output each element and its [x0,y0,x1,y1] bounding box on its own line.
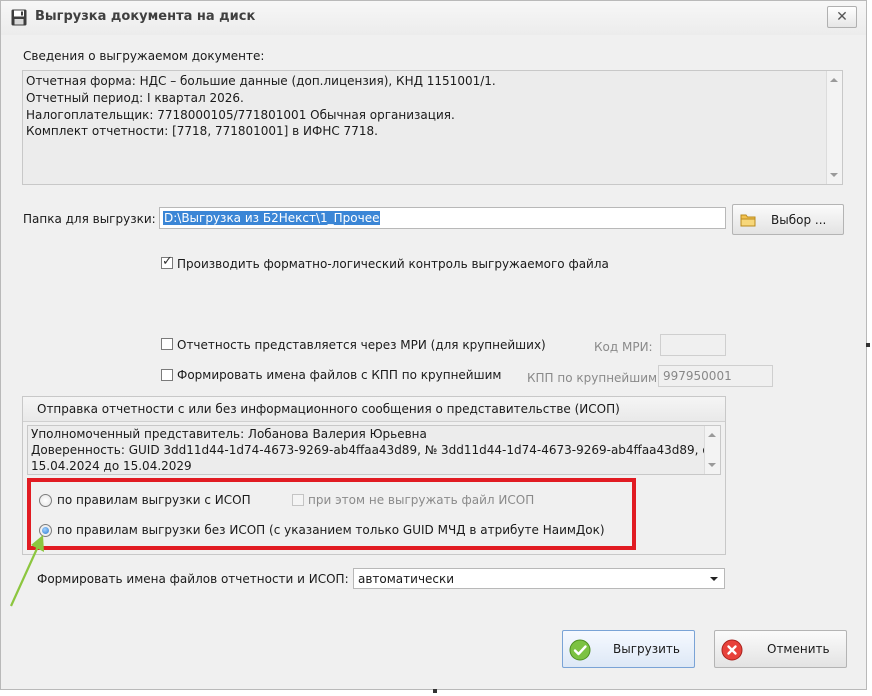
mri-code-input[interactable] [660,334,726,356]
mri-label: Отчетность представляется через МРИ (для… [177,338,546,352]
resize-handle[interactable] [433,689,437,693]
browse-folder-label: Выбор ... [771,213,827,227]
doc-info-line: Налогоплательщик: 7718000105/771801001 О… [26,108,455,122]
naming-combobox[interactable]: автоматически [353,568,725,589]
mri-code-label: Код МРИ: [594,340,653,354]
export-dialog-window: Выгрузка документа на диск ✕ Сведения о … [0,0,867,690]
cancel-button-label: Отменить [767,642,830,656]
scroll-down-icon[interactable] [830,173,838,177]
doc-info-line: Отчетный период: I квартал 2026. [26,91,244,105]
folder-label: Папка для выгрузки: [23,212,156,226]
resize-handle[interactable] [866,343,870,347]
folder-path-input[interactable]: D:\Выгрузка из Б2Некст\1_Прочее [159,207,726,229]
naming-label: Формировать имена файлов отчетности и ИС… [37,572,349,586]
doc-info-memo[interactable]: Отчетная форма: НДС – большие данные (до… [22,70,843,185]
isop-info-memo[interactable]: Уполномоченный представитель: Лобанова В… [27,425,721,475]
window-title: Выгрузка документа на диск [35,9,256,24]
export-button-label: Выгрузить [613,642,680,656]
scroll-up-icon[interactable] [708,433,716,437]
isop-info-line: 15.04.2024 до 15.04.2029 [31,459,192,473]
isop-group-header: Отправка отчетности с или без информацио… [23,397,725,422]
doc-info-line: Отчетная форма: НДС – большие данные (до… [26,74,496,88]
naming-value: автоматически [358,572,455,586]
chevron-down-icon[interactable] [710,577,718,581]
isop-info-line: Доверенность: GUID 3dd11d44-1d74-4673-92… [31,443,717,457]
annotation-arrow-icon [9,535,44,607]
cancel-button[interactable]: Отменить [714,630,847,668]
checkmark-icon: ✓ [162,254,173,269]
scroll-up-icon[interactable] [830,78,838,82]
kpp-largest-label: КПП по крупнейшим: [527,371,662,385]
kpp-largest-value: 997950001 [663,369,732,383]
doc-info-scrollbar[interactable] [826,71,842,184]
scroll-down-icon[interactable] [708,463,716,467]
folder-icon [740,214,756,227]
doc-info-line: Комплект отчетности: [7718, 771801001] в… [26,124,378,138]
isop-info-line: Уполномоченный представитель: Лобанова В… [31,427,427,441]
isop-group-title: Отправка отчетности с или без информацио… [37,402,620,416]
browse-folder-button[interactable]: Выбор ... [732,204,844,235]
doc-info-label: Сведения о выгружаемом документе: [23,49,265,63]
close-icon: ✕ [836,9,848,25]
title-bar[interactable]: Выгрузка документа на диск ✕ [1,1,866,35]
export-button[interactable]: Выгрузить [562,630,695,668]
floppy-disk-icon [11,9,27,26]
format-check-label: Производить форматно-логический контроль… [177,257,609,271]
folder-path-value: D:\Выгрузка из Б2Некст\1_Прочее [163,211,381,225]
kpp-label: Формировать имена файлов с КПП по крупне… [177,368,502,382]
format-check-checkbox[interactable]: ✓ [161,254,173,269]
highlight-frame [27,478,636,550]
check-circle-icon [569,639,591,661]
mri-checkbox[interactable] [161,338,173,350]
close-button[interactable]: ✕ [827,6,857,28]
kpp-largest-input[interactable]: 997950001 [658,365,773,387]
kpp-checkbox[interactable] [161,369,173,381]
cancel-circle-icon [721,639,743,661]
isop-info-scrollbar[interactable] [704,426,720,474]
